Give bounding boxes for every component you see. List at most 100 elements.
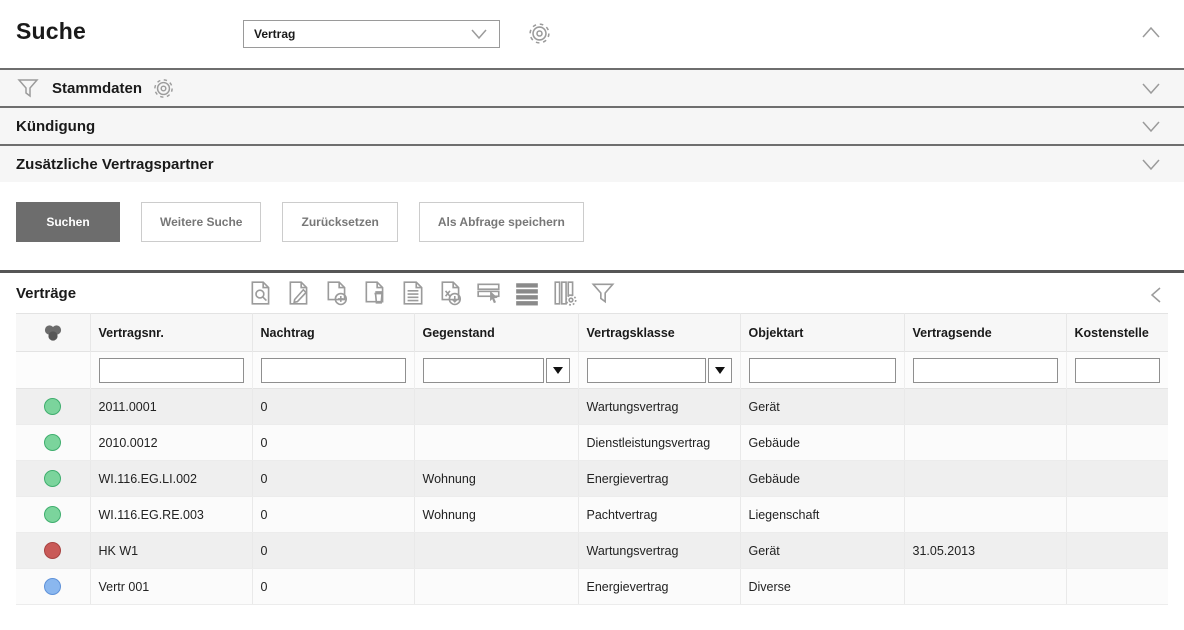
column-header-vertragsklasse[interactable]: Vertragsklasse — [578, 314, 740, 352]
table-row[interactable]: WI.116.EG.RE.003 0 Wohnung Pachtvertrag … — [16, 497, 1168, 533]
status-cell — [16, 569, 90, 605]
filter-input-gegenstand[interactable] — [423, 358, 544, 383]
results-section: Verträge — [0, 270, 1184, 605]
status-cell — [16, 497, 90, 533]
chevron-down-icon[interactable] — [1140, 120, 1162, 133]
status-dot — [44, 470, 61, 487]
add-record-icon[interactable] — [324, 280, 350, 306]
gear-icon[interactable] — [527, 21, 552, 46]
filter-input-objektart[interactable] — [749, 358, 896, 383]
cell-vertragsnr: 2010.0012 — [90, 425, 252, 461]
dropdown-arrow-icon — [715, 367, 725, 374]
cell-kostenstelle — [1066, 569, 1168, 605]
table-row[interactable]: HK W1 0 Wartungsvertrag Gerät 31.05.2013 — [16, 533, 1168, 569]
gear-icon[interactable] — [152, 77, 175, 100]
cell-objektart: Gerät — [740, 533, 904, 569]
cell-vertragsende — [904, 389, 1066, 425]
column-header-objektart[interactable]: Objektart — [740, 314, 904, 352]
status-cell — [16, 533, 90, 569]
cell-vertragsklasse: Wartungsvertrag — [578, 533, 740, 569]
column-header-vertragsnr[interactable]: Vertragsnr. — [90, 314, 252, 352]
cell-vertragsklasse: Energievertrag — [578, 461, 740, 497]
status-dot — [44, 398, 61, 415]
page-title: Suche — [16, 18, 86, 45]
export-icon[interactable] — [438, 280, 464, 306]
chevron-down-icon[interactable] — [1140, 82, 1162, 95]
cell-vertragsende — [904, 569, 1066, 605]
cell-gegenstand — [414, 569, 578, 605]
reset-button[interactable]: Zurücksetzen — [282, 202, 397, 242]
cell-vertragsklasse: Energievertrag — [578, 569, 740, 605]
cell-kostenstelle — [1066, 425, 1168, 461]
action-buttons: Suchen Weitere Suche Zurücksetzen Als Ab… — [16, 202, 1184, 242]
cell-nachtrag: 0 — [252, 389, 414, 425]
cell-vertragsende — [904, 425, 1066, 461]
cell-gegenstand: Wohnung — [414, 461, 578, 497]
cell-nachtrag: 0 — [252, 497, 414, 533]
more-search-button[interactable]: Weitere Suche — [141, 202, 261, 242]
cell-vertragsnr: HK W1 — [90, 533, 252, 569]
filter-dropdown-gegenstand[interactable] — [546, 358, 570, 383]
column-header-vertragsende[interactable]: Vertragsende — [904, 314, 1066, 352]
filter-dropdown-vertragsklasse[interactable] — [708, 358, 732, 383]
cell-kostenstelle — [1066, 389, 1168, 425]
filter-cell-status — [16, 352, 90, 389]
filter-input-kostenstelle[interactable] — [1075, 358, 1161, 383]
column-header-nachtrag[interactable]: Nachtrag — [252, 314, 414, 352]
view-record-icon[interactable] — [248, 280, 274, 306]
table-row[interactable]: WI.116.EG.LI.002 0 Wohnung Energievertra… — [16, 461, 1168, 497]
search-header: Suche Vertrag — [0, 0, 1184, 68]
cell-kostenstelle — [1066, 533, 1168, 569]
status-cell — [16, 389, 90, 425]
column-header-status[interactable] — [16, 314, 90, 352]
table-row[interactable]: 2010.0012 0 Dienstleistungsvertrag Gebäu… — [16, 425, 1168, 461]
section-label: Stammdaten — [52, 80, 142, 97]
column-settings-icon[interactable] — [552, 280, 578, 306]
section-stammdaten[interactable]: Stammdaten — [0, 68, 1184, 106]
cell-vertragsende: 31.05.2013 — [904, 533, 1066, 569]
edit-record-icon[interactable] — [286, 280, 312, 306]
filter-input-nachtrag[interactable] — [261, 358, 406, 383]
status-cell — [16, 425, 90, 461]
column-header-kostenstelle[interactable]: Kostenstelle — [1066, 314, 1168, 352]
table-row[interactable]: 2011.0001 0 Wartungsvertrag Gerät — [16, 389, 1168, 425]
select-rows-icon[interactable] — [476, 280, 502, 306]
section-zusaetzliche-vertragspartner[interactable]: Zusätzliche Vertragspartner — [0, 144, 1184, 182]
cell-objektart: Diverse — [740, 569, 904, 605]
section-kuendigung[interactable]: Kündigung — [0, 106, 1184, 144]
table-row[interactable]: Vertr 001 0 Energievertrag Diverse — [16, 569, 1168, 605]
cell-vertragsklasse: Dienstleistungsvertrag — [578, 425, 740, 461]
chevron-left-icon[interactable] — [1149, 285, 1162, 305]
search-type-value: Vertrag — [254, 27, 469, 41]
table-filter-row — [16, 352, 1168, 389]
column-header-gegenstand[interactable]: Gegenstand — [414, 314, 578, 352]
search-type-select[interactable]: Vertrag — [243, 20, 500, 48]
filter-icon — [16, 76, 40, 100]
filter-input-vertragsnr[interactable] — [99, 358, 244, 383]
collapse-search-icon[interactable] — [1140, 26, 1162, 39]
filter-input-vertragsende[interactable] — [913, 358, 1058, 383]
status-tristate-icon — [43, 324, 63, 342]
search-button[interactable]: Suchen — [16, 202, 120, 242]
cell-kostenstelle — [1066, 461, 1168, 497]
table-header-row: Vertragsnr. Nachtrag Gegenstand Vertrags… — [16, 314, 1168, 352]
filter-icon[interactable] — [590, 280, 616, 306]
filter-input-vertragsklasse[interactable] — [587, 358, 706, 383]
cell-vertragsnr: 2011.0001 — [90, 389, 252, 425]
status-dot — [44, 506, 61, 523]
cell-vertragsende — [904, 497, 1066, 533]
cell-nachtrag: 0 — [252, 569, 414, 605]
cell-vertragsnr: Vertr 001 — [90, 569, 252, 605]
status-dot — [44, 578, 61, 595]
cell-kostenstelle — [1066, 497, 1168, 533]
rows-solid-icon[interactable] — [514, 280, 540, 306]
section-label: Kündigung — [16, 118, 95, 135]
cell-gegenstand — [414, 389, 578, 425]
chevron-down-icon[interactable] — [1140, 158, 1162, 171]
save-query-button[interactable]: Als Abfrage speichern — [419, 202, 584, 242]
results-table: Vertragsnr. Nachtrag Gegenstand Vertrags… — [16, 313, 1168, 605]
cell-vertragsnr: WI.116.EG.LI.002 — [90, 461, 252, 497]
dropdown-arrow-icon — [553, 367, 563, 374]
report-icon[interactable] — [400, 280, 426, 306]
delete-record-icon[interactable] — [362, 280, 388, 306]
